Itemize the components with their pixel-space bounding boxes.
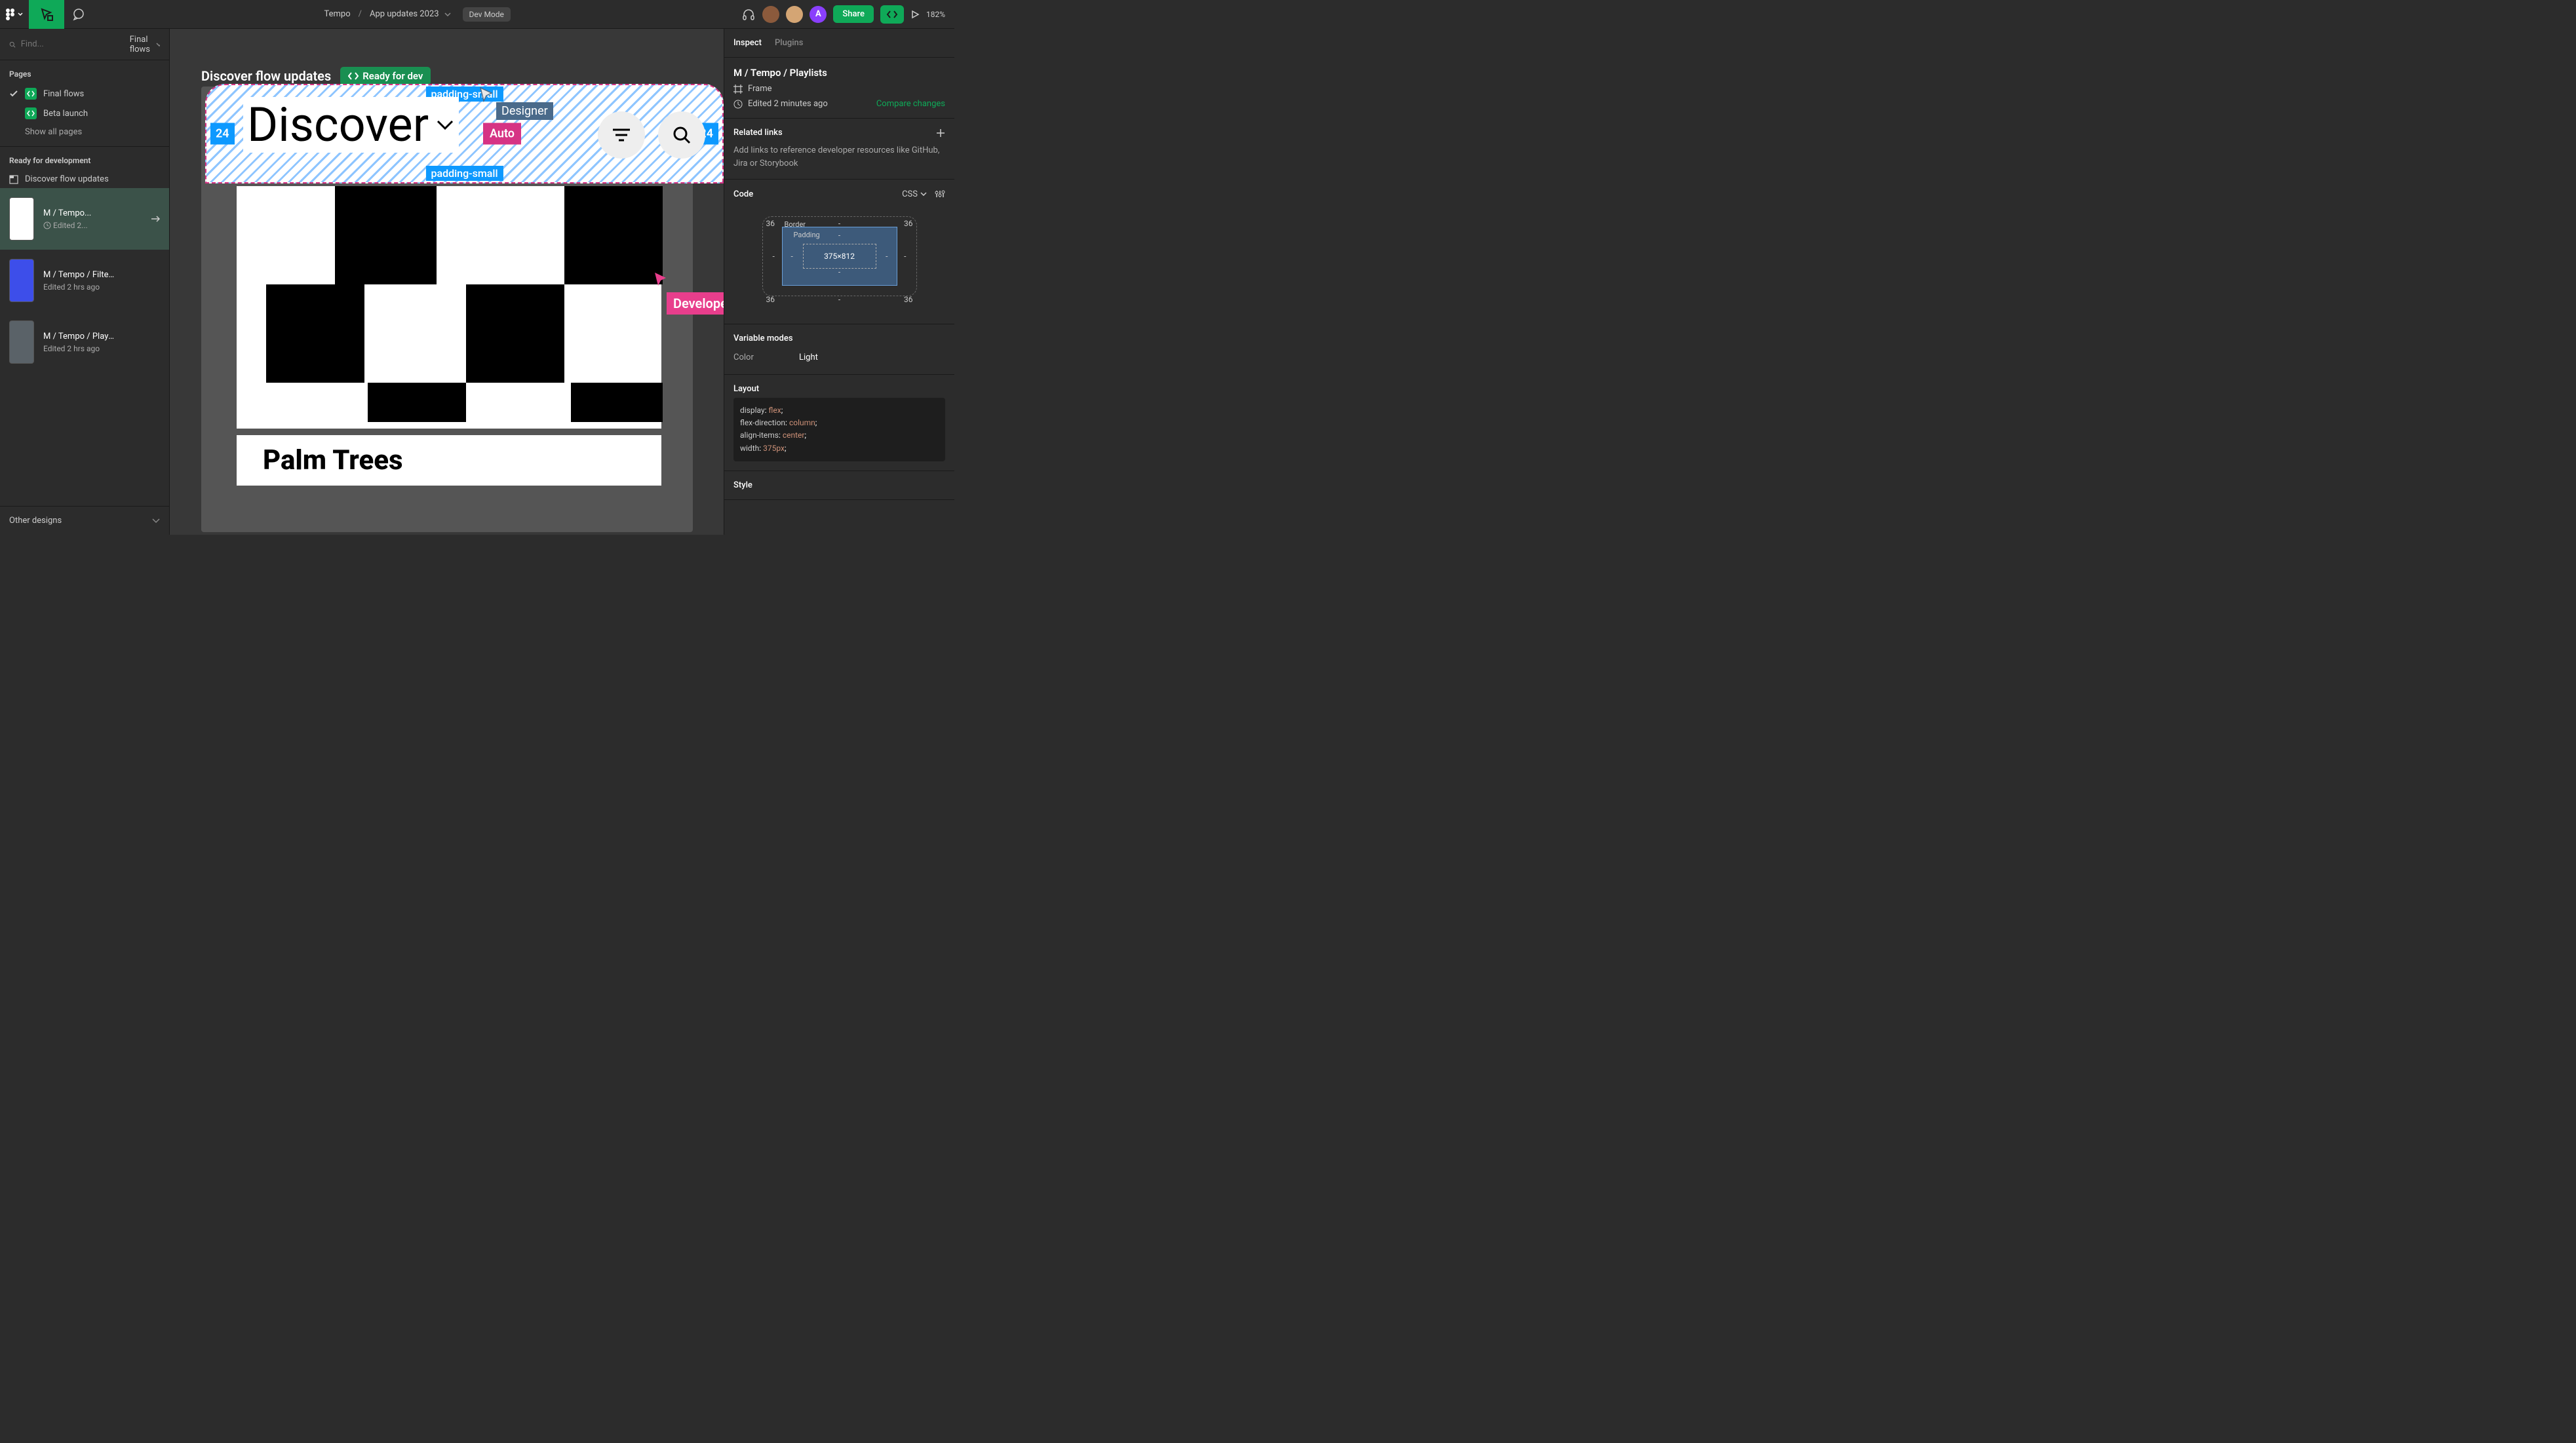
search-button[interactable] xyxy=(658,111,705,159)
auto-spacing-annotation: Auto xyxy=(483,123,521,145)
frame-card[interactable]: M / Tempo / Filter... Edited 2 hrs ago xyxy=(0,250,169,311)
compare-changes-link[interactable]: Compare changes xyxy=(876,99,945,109)
pages-heading: Pages xyxy=(0,60,169,84)
chevron-down-icon xyxy=(435,119,455,132)
collaborator-avatar[interactable] xyxy=(786,6,803,23)
main-menu-button[interactable] xyxy=(0,0,29,29)
check-icon xyxy=(9,89,18,98)
ready-for-dev-badge[interactable]: Ready for dev xyxy=(340,67,431,85)
related-links-heading: Related links xyxy=(733,128,783,138)
headphones-icon[interactable] xyxy=(741,7,756,22)
frame-thumbnail xyxy=(9,197,34,240)
chevron-down-icon xyxy=(920,192,927,196)
section-item[interactable]: Discover flow updates xyxy=(0,170,169,188)
tab-plugins[interactable]: Plugins xyxy=(775,38,803,48)
filter-button[interactable] xyxy=(598,111,645,159)
history-icon xyxy=(733,100,743,109)
chevron-down-icon xyxy=(156,43,160,47)
file-breadcrumb[interactable]: Tempo / App updates 2023 Dev Mode xyxy=(93,7,741,22)
tab-inspect[interactable]: Inspect xyxy=(733,38,762,48)
frame-thumbnail xyxy=(9,320,34,364)
top-toolbar: Tempo / App updates 2023 Dev Mode A Shar… xyxy=(0,0,954,29)
collaborator-avatar[interactable] xyxy=(762,6,779,23)
chevron-down-icon xyxy=(152,518,160,524)
multiplayer-cursor-icon xyxy=(479,87,494,104)
play-icon[interactable] xyxy=(910,10,920,19)
search-icon xyxy=(671,125,692,145)
inspect-panel: Inspect Plugins M / Tempo / Playlists Fr… xyxy=(724,29,954,535)
find-input[interactable] xyxy=(21,39,130,49)
box-model-diagram[interactable]: 375×812 Border Padding 36 36 36 36 - - -… xyxy=(748,207,931,305)
user-avatar[interactable]: A xyxy=(810,6,827,23)
section-title[interactable]: Discover flow updates xyxy=(201,68,331,84)
show-all-pages-button[interactable]: Show all pages xyxy=(0,123,169,141)
dev-mode-toggle[interactable] xyxy=(880,5,904,24)
code-language-select[interactable]: CSS xyxy=(902,189,927,199)
arrow-right-icon xyxy=(151,216,160,222)
page-item[interactable]: Beta launch xyxy=(0,104,169,123)
spacing-annotation: 24 xyxy=(210,123,235,145)
heading-component[interactable]: padding-small padding-small 24 24 Auto D… xyxy=(205,84,724,183)
playlist-title: Palm Trees xyxy=(237,435,661,486)
style-heading: Style xyxy=(733,480,945,490)
discover-heading: Discover xyxy=(243,97,459,153)
search-icon xyxy=(9,39,16,50)
history-icon xyxy=(43,221,51,229)
frame-card[interactable]: M / Tempo / Playl... Edited 2 hrs ago xyxy=(0,311,169,373)
section-icon xyxy=(9,175,18,184)
chevron-down-icon xyxy=(18,12,23,16)
ready-for-dev-heading: Ready for development xyxy=(0,147,169,170)
breadcrumb-file: App updates 2023 xyxy=(370,9,439,19)
panel-tabs: Inspect Plugins xyxy=(724,29,954,58)
comment-tool-button[interactable] xyxy=(64,0,93,29)
code-heading: Code xyxy=(733,189,753,199)
plus-icon[interactable] xyxy=(936,128,945,138)
chevron-down-icon xyxy=(444,12,451,16)
zoom-level[interactable]: 182% xyxy=(926,10,945,19)
frame-card[interactable]: M / Tempo... Edited 2... xyxy=(0,188,169,250)
canvas[interactable]: Discover flow updates Ready for dev M / … xyxy=(170,29,724,535)
share-button[interactable]: Share xyxy=(833,5,874,23)
filter-icon xyxy=(612,127,631,143)
frame-thumbnail xyxy=(9,259,34,302)
left-panel: Final flows Pages Final flows Beta launc… xyxy=(0,29,170,535)
variable-modes-heading: Variable modes xyxy=(733,334,945,343)
css-code-block[interactable]: display: flex; flex-direction: column; a… xyxy=(733,398,945,461)
other-designs-toggle[interactable]: Other designs xyxy=(0,506,169,535)
code-icon xyxy=(348,71,359,81)
breadcrumb-project: Tempo xyxy=(324,9,351,19)
image-placeholder xyxy=(237,186,661,429)
move-tool-button[interactable] xyxy=(29,0,64,29)
multiplayer-cursor-label: Developer xyxy=(667,292,724,315)
multiplayer-cursor-label: Designer xyxy=(496,102,553,120)
multiplayer-cursor-icon xyxy=(654,271,668,288)
selection-name: M / Tempo / Playlists xyxy=(733,67,945,79)
layout-heading: Layout xyxy=(733,384,945,394)
page-selector-dropdown[interactable]: Final flows xyxy=(130,35,160,54)
settings-icon[interactable] xyxy=(935,189,945,199)
related-links-hint: Add links to reference developer resourc… xyxy=(733,144,945,170)
dev-mode-badge[interactable]: Dev Mode xyxy=(463,7,511,22)
dev-ready-icon xyxy=(25,107,37,119)
frame-icon xyxy=(733,85,743,94)
padding-annotation: padding-small xyxy=(425,166,503,181)
page-item[interactable]: Final flows xyxy=(0,84,169,104)
dev-ready-icon xyxy=(25,88,37,100)
